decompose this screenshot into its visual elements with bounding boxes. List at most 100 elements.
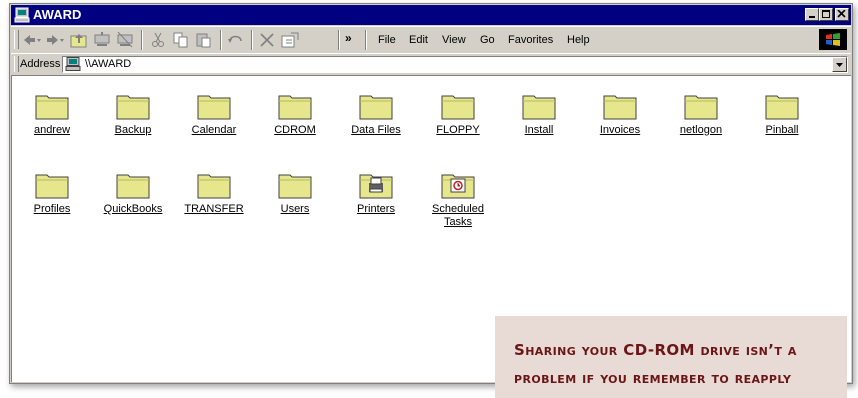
menu-go[interactable]: Go <box>480 34 495 46</box>
caption-line-1: Sharing your CD-ROM drive isn’t a <box>514 341 797 359</box>
menu-favorites[interactable]: Favorites <box>508 34 553 46</box>
folder-label: Profiles <box>33 203 71 215</box>
folder-label: CDROM <box>274 124 316 136</box>
printers-folder-icon <box>340 171 412 199</box>
folder-icon <box>422 92 494 120</box>
toolbar-separator <box>338 30 340 50</box>
undo-icon <box>228 35 242 43</box>
map-drive-button[interactable] <box>91 30 113 50</box>
address-value: \\AWARD <box>85 58 132 70</box>
maximize-icon <box>822 10 830 18</box>
folder-item[interactable]: Install <box>503 92 575 137</box>
minimize-button[interactable] <box>805 8 819 21</box>
chevron-down-icon <box>836 63 843 67</box>
up-folder-icon <box>70 34 87 48</box>
folder-item[interactable]: Scheduled Tasks <box>422 171 494 229</box>
delete-icon <box>260 33 274 47</box>
folder-icon <box>97 171 169 199</box>
toolbar-grip[interactable] <box>14 30 19 49</box>
address-bar: Address \\AWARD <box>11 53 851 76</box>
folder-label: Backup <box>114 124 152 136</box>
properties-button[interactable] <box>279 30 301 50</box>
folder-icon <box>259 92 331 120</box>
menu-edit[interactable]: Edit <box>409 34 428 46</box>
toolbar-separator <box>251 30 253 50</box>
computer-icon <box>65 57 81 76</box>
folder-label: Invoices <box>599 124 641 136</box>
back-button[interactable] <box>21 30 43 50</box>
folder-label: Scheduled Tasks <box>432 203 484 228</box>
folder-item[interactable]: netlogon <box>665 92 737 137</box>
address-field[interactable]: \\AWARD <box>62 56 848 73</box>
folder-item[interactable]: andrew <box>16 92 88 137</box>
folder-label: Printers <box>357 203 395 215</box>
paste-button[interactable] <box>193 30 215 50</box>
copy-button[interactable] <box>170 30 192 50</box>
folder-item[interactable]: Invoices <box>584 92 656 137</box>
address-label: Address <box>20 58 61 70</box>
folder-item[interactable]: FLOPPY <box>422 92 494 137</box>
folder-label: Users <box>280 203 310 215</box>
toolbar-separator <box>141 30 143 50</box>
scheduled-tasks-folder-icon <box>422 171 494 199</box>
address-grip[interactable] <box>14 56 19 72</box>
close-button[interactable] <box>835 8 849 21</box>
folder-icon <box>340 92 412 120</box>
folder-item[interactable]: Data Files <box>340 92 412 137</box>
disconnect-button[interactable] <box>114 30 136 50</box>
folder-item[interactable]: QuickBooks <box>97 171 169 216</box>
folder-item[interactable]: Profiles <box>16 171 88 216</box>
toolbar-separator <box>220 30 222 50</box>
back-arrow-icon <box>24 35 41 45</box>
folder-item[interactable]: TRANSFER <box>178 171 250 216</box>
menu-view[interactable]: View <box>442 34 466 46</box>
folder-label: Data Files <box>351 124 401 136</box>
map-drive-icon <box>94 32 110 46</box>
folder-item[interactable]: Pinball <box>746 92 818 137</box>
folder-item[interactable]: Calendar <box>178 92 250 137</box>
folder-item[interactable]: CDROM <box>259 92 331 137</box>
folder-icon <box>584 92 656 120</box>
address-dropdown-button[interactable] <box>832 57 847 72</box>
article-caption: Sharing your CD-ROM drive isn’t a proble… <box>495 316 847 398</box>
folder-icon <box>178 92 250 120</box>
disconnect-drive-icon <box>117 32 133 48</box>
minimize-icon <box>809 16 815 18</box>
folder-item[interactable]: Users <box>259 171 331 216</box>
folder-label: TRANSFER <box>184 203 244 215</box>
folder-icon <box>503 92 575 120</box>
paste-icon <box>196 33 211 48</box>
delete-button[interactable] <box>256 30 278 50</box>
folder-item[interactable]: Backup <box>97 92 169 137</box>
folder-label: Pinball <box>765 124 799 136</box>
caption-line-2: problem if you remember to reapply <box>514 369 792 387</box>
toolbar-overflow-chevron[interactable]: » <box>345 31 352 45</box>
toolbar: » File Edit View Go Favorites Help <box>11 26 851 54</box>
folder-label: Install <box>524 124 554 136</box>
menu-help[interactable]: Help <box>567 34 590 46</box>
properties-icon <box>281 32 299 48</box>
folder-label: netlogon <box>679 124 723 136</box>
computer-icon <box>14 7 30 23</box>
window-title: AWARD <box>33 7 82 22</box>
throbber <box>819 29 847 50</box>
menu-file[interactable]: File <box>378 34 396 46</box>
folder-item[interactable]: Printers <box>340 171 412 216</box>
folder-label: andrew <box>33 124 71 136</box>
forward-button[interactable] <box>44 30 66 50</box>
folder-label: Calendar <box>191 124 237 136</box>
title-bar[interactable]: AWARD <box>11 5 851 25</box>
cut-button[interactable] <box>147 30 169 50</box>
windows-logo-icon <box>826 32 840 46</box>
folder-icon <box>16 171 88 199</box>
folder-label: FLOPPY <box>436 124 480 136</box>
scissors-icon <box>152 32 164 47</box>
folder-icon <box>178 171 250 199</box>
maximize-button[interactable] <box>819 8 833 21</box>
folder-icon <box>16 92 88 120</box>
folder-icon <box>97 92 169 120</box>
copy-icon <box>173 32 188 48</box>
up-button[interactable] <box>68 30 90 50</box>
undo-button[interactable] <box>225 30 247 50</box>
folder-label: QuickBooks <box>103 203 163 215</box>
